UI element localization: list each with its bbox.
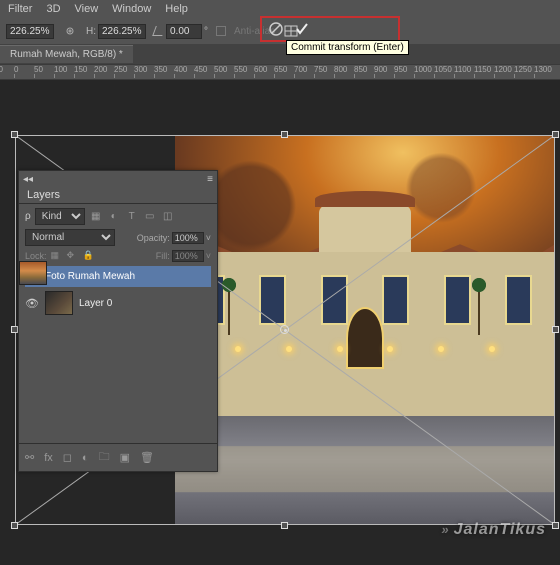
ruler-tick: 250: [114, 65, 127, 74]
layer-thumbnail[interactable]: [45, 291, 73, 315]
handle-center[interactable]: [280, 325, 289, 334]
opacity-input[interactable]: [172, 232, 204, 244]
handle-top-left[interactable]: [11, 131, 18, 138]
height-input[interactable]: [98, 24, 146, 39]
document-tabstrip: Rumah Mewah, RGB/8) *: [0, 44, 560, 64]
watermark: »JalanTikus: [441, 521, 546, 539]
handle-top-right[interactable]: [552, 131, 559, 138]
handle-bottom-right[interactable]: [552, 522, 559, 529]
fill-chevron-icon[interactable]: ˅: [206, 251, 211, 261]
handle-bottom[interactable]: [281, 522, 288, 529]
ruler-tick: 200: [94, 65, 107, 74]
ruler-tick: 650: [274, 65, 287, 74]
visibility-icon[interactable]: 👁: [25, 297, 39, 310]
menu-window[interactable]: Window: [112, 3, 151, 15]
group-icon[interactable]: 🗀: [99, 448, 110, 467]
document-tab[interactable]: Rumah Mewah, RGB/8) *: [0, 45, 133, 63]
menu-help[interactable]: Help: [165, 3, 188, 15]
cancel-transform-icon[interactable]: [268, 21, 284, 37]
ruler-tick: 1150: [474, 65, 491, 74]
ruler-tick: 1200: [494, 65, 512, 74]
ruler-tick: 550: [234, 65, 247, 74]
lock-position-icon[interactable]: ✥: [67, 250, 79, 262]
filter-shape-icon[interactable]: ▭: [143, 210, 157, 224]
handle-bottom-left[interactable]: [11, 522, 18, 529]
ruler-tick: 850: [354, 65, 367, 74]
opacity-chevron-icon[interactable]: ˅: [206, 233, 211, 243]
angle-unit: °: [204, 26, 208, 37]
lock-pixels-icon[interactable]: ▦: [51, 250, 63, 262]
ruler-tick: 750: [314, 65, 327, 74]
lock-label: Lock:: [25, 251, 47, 261]
blend-mode-select[interactable]: Normal: [25, 229, 115, 246]
ruler-tick: 150: [74, 65, 87, 74]
panel-collapse-icon[interactable]: ◂◂: [23, 174, 33, 185]
lock-all-icon[interactable]: 🔒: [83, 250, 95, 262]
link-layers-icon[interactable]: ⚯: [25, 451, 34, 464]
layers-tab[interactable]: Layers: [19, 185, 217, 204]
panel-menu-icon[interactable]: ≡: [207, 174, 213, 185]
delete-layer-icon[interactable]: 🗑: [140, 451, 154, 464]
options-bar: H: ° Anti-alias Commit transform (Enter): [0, 18, 560, 44]
handle-right[interactable]: [552, 326, 559, 333]
layer-filter-row: ρ Kind ▦ ◐ T ▭ ◫: [25, 208, 211, 225]
opacity-label: Opacity:: [137, 233, 170, 243]
ruler-horizontal: 5005010015020025030035040045050055060065…: [0, 64, 560, 80]
ruler-tick: 600: [254, 65, 267, 74]
ruler-tick: 0: [14, 65, 18, 74]
layer-item[interactable]: 👁 Foto Rumah Mewah: [25, 266, 211, 287]
fill-input[interactable]: [172, 250, 204, 262]
adjustment-icon[interactable]: ◐: [82, 452, 89, 464]
height-label: H:: [86, 26, 96, 37]
layers-panel: ◂◂ ≡ Layers ρ Kind ▦ ◐ T ▭ ◫ Normal Opac…: [18, 170, 218, 472]
new-layer-icon[interactable]: ▣: [120, 451, 130, 464]
watermark-icon: »: [441, 522, 449, 537]
ruler-tick: 1050: [434, 65, 452, 74]
menu-filter[interactable]: Filter: [8, 3, 32, 15]
ruler-tick: 350: [154, 65, 167, 74]
width-input[interactable]: [6, 24, 54, 39]
ruler-tick: 900: [374, 65, 387, 74]
fx-icon[interactable]: fx: [44, 452, 53, 464]
layer-item[interactable]: 👁 Layer 0: [25, 287, 211, 319]
filter-adjust-icon[interactable]: ◐: [107, 210, 121, 224]
handle-left[interactable]: [11, 326, 18, 333]
fill-label: Fill:: [156, 251, 170, 261]
ruler-tick: 1300: [534, 65, 552, 74]
ruler-tick: 1250: [514, 65, 532, 74]
angle-input[interactable]: [166, 24, 202, 39]
ruler-tick: 100: [54, 65, 67, 74]
layer-name[interactable]: Foto Rumah Mewah: [45, 271, 135, 282]
link-icon[interactable]: [62, 23, 78, 39]
ruler-tick: 450: [194, 65, 207, 74]
ruler-tick: 700: [294, 65, 307, 74]
commit-transform-icon[interactable]: [294, 21, 310, 37]
layer-thumbnail[interactable]: [19, 261, 47, 285]
anti-alias-checkbox[interactable]: [216, 26, 226, 36]
filter-smart-icon[interactable]: ◫: [161, 210, 175, 224]
angle-icon: [152, 26, 166, 36]
ruler-tick: 1100: [454, 65, 471, 74]
canvas-area[interactable]: ◂◂ ≡ Layers ρ Kind ▦ ◐ T ▭ ◫ Normal Opac…: [0, 80, 560, 565]
filter-kind-select[interactable]: Kind: [35, 208, 85, 225]
ruler-tick: 400: [174, 65, 187, 74]
ruler-tick: 300: [134, 65, 147, 74]
commit-highlight: [260, 16, 400, 42]
ruler-tick: 50: [34, 65, 43, 74]
menu-3d[interactable]: 3D: [46, 3, 60, 15]
ruler-tick: 800: [334, 65, 347, 74]
ruler-tick: 1000: [414, 65, 432, 74]
mask-icon[interactable]: ◻: [63, 451, 72, 464]
layers-panel-footer: ⚯ fx ◻ ◐ 🗀 ▣ 🗑: [19, 443, 217, 471]
tooltip: Commit transform (Enter): [286, 40, 409, 55]
layer-name[interactable]: Layer 0: [79, 298, 112, 309]
filter-type-icon[interactable]: T: [125, 210, 139, 224]
handle-top[interactable]: [281, 131, 288, 138]
menu-view[interactable]: View: [75, 3, 99, 15]
ruler-tick: 950: [394, 65, 407, 74]
ruler-tick: 50: [0, 65, 3, 74]
filter-pixel-icon[interactable]: ▦: [89, 210, 103, 224]
ruler-tick: 500: [214, 65, 227, 74]
